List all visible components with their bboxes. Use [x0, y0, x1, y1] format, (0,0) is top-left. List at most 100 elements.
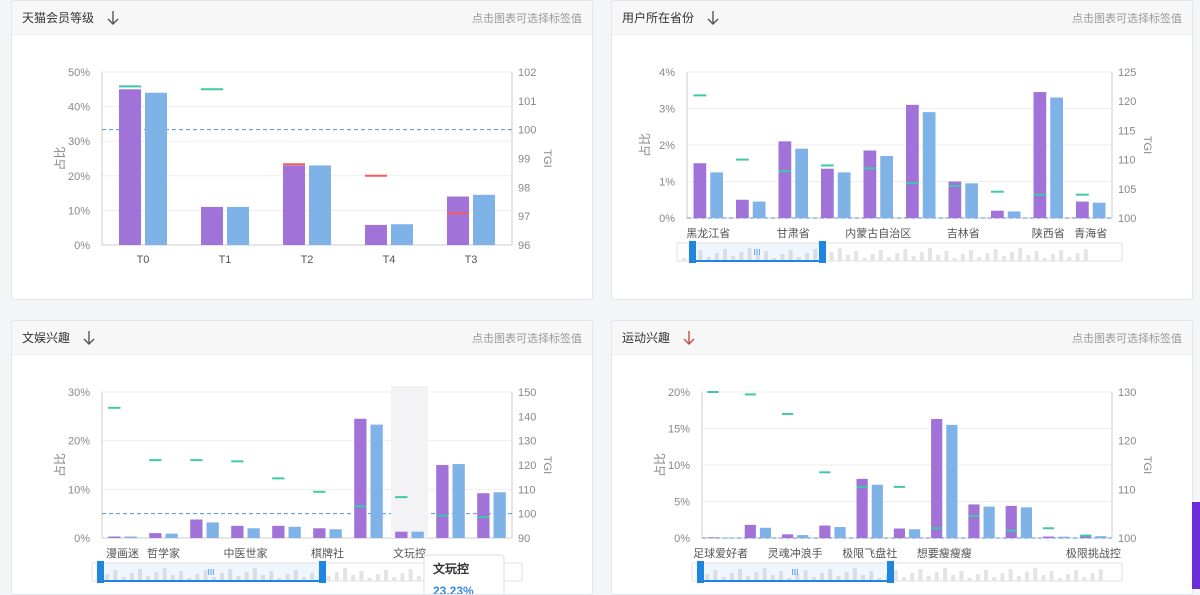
zoom-slider-shadow-bar: [910, 573, 915, 581]
zoom-slider-shadow-bar: [919, 252, 924, 261]
zoom-slider-shadow-bar: [854, 251, 859, 261]
x-tick-label: 黑龙江省: [686, 227, 730, 240]
y2-tick-label: 115: [1118, 125, 1136, 137]
arrow-down-icon[interactable]: [706, 10, 720, 26]
y-tick-label: 40%: [68, 102, 90, 114]
zoom-slider-handle-left: [689, 241, 696, 263]
y2-tick-label: 105: [1118, 184, 1136, 196]
zoom-slider-shadow-bar: [400, 573, 405, 581]
zoom-slider-shadow-bar: [375, 574, 380, 581]
bar-series-1: [1005, 505, 1017, 538]
chart-svg[interactable]: 0% 1% 2% 3% 4% 100 105 110 115 120 125 占比 TGI 黑龙江省 甘肃省…: [612, 35, 1193, 300]
y2-tick-label: 102: [518, 67, 536, 79]
bar-series-1: [1076, 201, 1089, 218]
zoom-slider-shadow-bar: [993, 249, 998, 261]
arrow-down-icon[interactable]: [82, 330, 96, 346]
chart-svg[interactable]: 0% 10% 20% 30% 40% 50% 96 97 98 99 100 101 102 占比 TGI T…: [12, 35, 593, 300]
zoom-slider-shadow-bar: [1090, 573, 1095, 581]
bar-series-2: [871, 484, 883, 538]
y-tick-label: 0%: [74, 533, 90, 545]
zoom-slider-handle-right: [319, 561, 326, 583]
bar-series-1: [201, 206, 223, 245]
card-header: 运动兴趣 点击图表可选择标签值: [612, 321, 1192, 355]
zoom-slider-handle-left: [97, 561, 104, 583]
bar-series-2: [473, 194, 495, 245]
bar-series-1: [778, 141, 792, 218]
y2-tick-label: 100: [518, 125, 536, 137]
zoom-slider-shadow-bar: [959, 571, 964, 581]
zoom-slider-shadow-bar: [1018, 248, 1023, 261]
y-tick-label: 0%: [659, 213, 675, 225]
y-axis-title: 占比: [52, 146, 67, 170]
zoom-slider-shadow-bar: [928, 248, 932, 261]
y-tick-label: 5%: [674, 497, 690, 509]
zoom-slider-shadow-bar: [902, 577, 906, 581]
bar-series-2: [452, 464, 465, 538]
y2-tick-label: 110: [1118, 155, 1136, 167]
zoom-slider-shadow-bar: [1026, 255, 1031, 261]
zoom-slider-shadow-bar: [846, 255, 850, 261]
x-tick-label: 想要瘦瘦瘦: [917, 546, 972, 560]
bar-series-2: [1058, 536, 1070, 538]
y-tick-label: 30%: [68, 387, 90, 399]
x-tick-label: 甘肃省: [777, 227, 810, 240]
x-tick-label: 中医世家: [224, 546, 268, 560]
chart-svg[interactable]: 0% 5% 10% 15% 20% 100 110 120 130 占比 TGI 足球爱好者 灵魂冲浪手…: [612, 355, 1193, 595]
arrow-down-icon[interactable]: [106, 10, 120, 26]
bar-series-2: [247, 528, 260, 538]
bar-series-1: [119, 89, 141, 245]
bar-series-1: [108, 536, 121, 538]
bar-series-2: [837, 172, 851, 218]
y2-tick-label: 98: [518, 182, 530, 194]
bar-series-2: [1020, 507, 1032, 538]
card-hint: 点击图表可选择标签值: [1072, 332, 1182, 345]
bar-series-1: [436, 465, 449, 538]
x-tick-label: 极限挑战控: [1066, 546, 1121, 560]
y2-tick-label: 120: [1118, 96, 1136, 108]
arrow-down-icon[interactable]: [682, 330, 696, 346]
chart-svg[interactable]: 0% 10% 20% 30% 90 100 110 120 130 140 150 占比 TGI 漫画迷哲…: [12, 355, 593, 595]
zoom-slider-shadow-bar: [951, 575, 956, 581]
chart-card-membership: 天猫会员等级 点击图表可选择标签值 0% 10% 20% 30% 40% 50% 96 97 9…: [11, 0, 593, 300]
zoom-slider-shadow-bar: [1010, 252, 1014, 261]
x-tick-label: 漫画迷: [106, 546, 139, 560]
zoom-slider-shadow-bar: [1049, 571, 1054, 581]
x-tick-label: 陕西省: [1032, 226, 1065, 240]
zoom-slider-shadow-bar: [918, 569, 923, 581]
tooltip-value: 23.23%: [433, 584, 474, 595]
x-tick-label: T0: [137, 254, 150, 266]
zoom-slider-shadow-bar: [1041, 575, 1046, 581]
zoom-slider-shadow-bar: [1059, 250, 1064, 261]
zoom-slider-shadow-bar: [985, 253, 990, 261]
zoom-slider-shadow-bar: [351, 575, 356, 581]
bar-series-2: [880, 155, 893, 218]
zoom-slider-shadow-bar: [975, 574, 980, 581]
zoom-slider-shadow-bar: [392, 577, 397, 581]
x-tick-label: T1: [219, 254, 232, 266]
bar-series-1: [991, 210, 1004, 218]
y-tick-label: 2%: [659, 140, 675, 152]
chart-card-province: 用户所在省份 点击图表可选择标签值 0% 1% 2% 3% 4% 100 105 110 115…: [611, 0, 1193, 300]
bar-series-1: [313, 528, 326, 538]
y-axis-title: 占比: [637, 133, 652, 157]
x-tick-label: 吉林省: [947, 226, 980, 240]
zoom-slider-shadow-bar: [359, 571, 364, 581]
bar-series-2: [1095, 536, 1107, 538]
zoom-slider-shadow-bar: [1057, 578, 1062, 581]
y2-tick-label: 100: [1118, 533, 1136, 545]
zoom-slider-shadow-bar: [682, 258, 686, 261]
y2-tick-label: 101: [518, 96, 536, 108]
zoom-slider-shadow-bar: [977, 257, 982, 261]
zoom-slider-shadow-bar: [1025, 572, 1029, 581]
y2-tick-label: 130: [518, 436, 536, 448]
bar-series-1: [893, 528, 905, 538]
bar-series-1: [863, 150, 877, 218]
bar-series-2: [722, 537, 734, 538]
x-tick-label: T4: [383, 254, 396, 266]
y2-axis-title: TGI: [541, 149, 553, 167]
zoom-slider-shadow-bar: [1016, 576, 1021, 581]
zoom-slider-shadow-bar: [862, 258, 867, 261]
bar-series-2: [759, 527, 772, 538]
chart-card-entertainment: 文娱兴趣 点击图表可选择标签值 0% 10% 20% 30% 90 100 110 120 13…: [11, 320, 593, 595]
y2-tick-label: 140: [518, 411, 536, 423]
